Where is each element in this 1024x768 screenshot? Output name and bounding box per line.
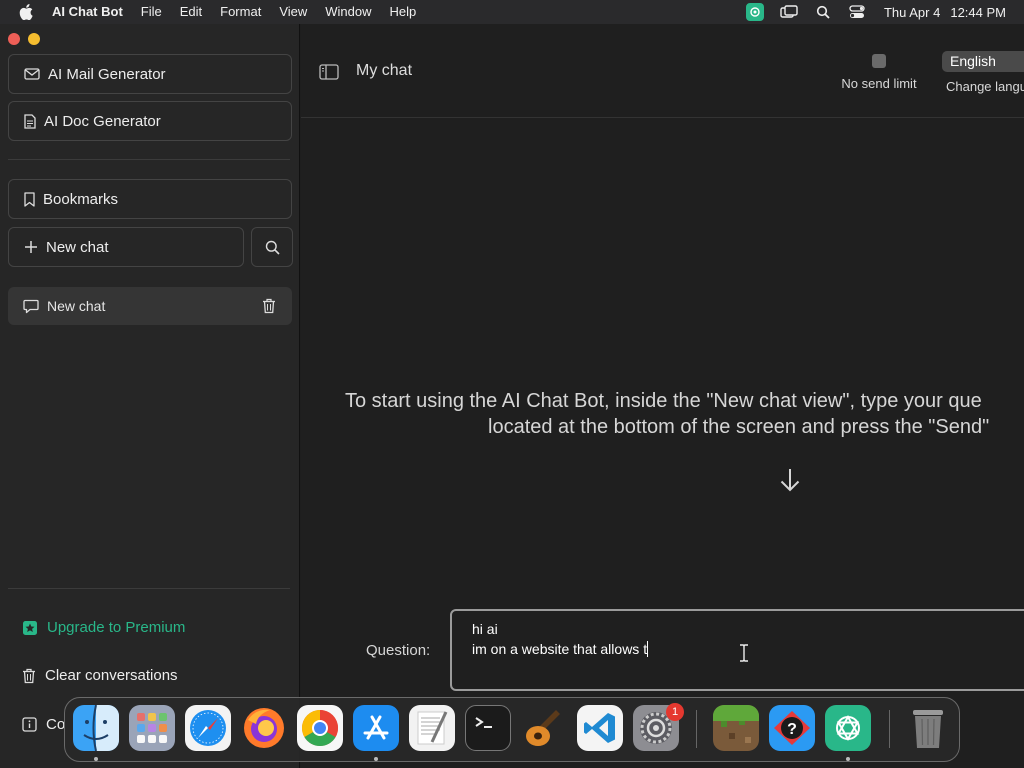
close-window-button[interactable] (8, 33, 20, 45)
dock-vscode-icon[interactable] (577, 705, 623, 751)
ai-doc-generator-button[interactable]: AI Doc Generator (8, 101, 292, 141)
ai-doc-generator-label: AI Doc Generator (44, 112, 161, 130)
new-chat-label: New chat (46, 238, 109, 256)
clock-time: 12:44 PM (950, 4, 1006, 20)
dock-help-icon[interactable]: ? (769, 705, 815, 751)
sidebar-footer-divider (8, 588, 290, 589)
chat-list-item-title: New chat (47, 298, 106, 314)
upgrade-premium-button[interactable]: Upgrade to Premium (22, 619, 185, 636)
instructions-line-2: located at the bottom of the screen and … (488, 416, 990, 438)
dock-garageband-icon[interactable] (521, 705, 567, 751)
ai-chat-bot-status-icon[interactable] (738, 0, 772, 24)
dock-finder-icon[interactable] (73, 705, 119, 751)
text-cursor-icon (739, 644, 749, 667)
menu-app-name[interactable]: AI Chat Bot (52, 0, 132, 24)
bookmarks-label: Bookmarks (43, 190, 119, 208)
arrow-down-icon (779, 467, 801, 498)
menu-bar: AI Chat Bot File Edit Format View Window… (0, 0, 1024, 24)
menu-format[interactable]: Format (211, 0, 270, 24)
menu-window[interactable]: Window (316, 0, 380, 24)
plus-icon (25, 241, 37, 253)
svg-text:?: ? (787, 721, 797, 738)
chat-list-item[interactable]: New chat (8, 287, 292, 325)
menu-help[interactable]: Help (381, 0, 426, 24)
sidebar-toggle-icon (319, 64, 339, 80)
instructions-line-1: To start using the AI Chat Bot, inside t… (345, 390, 982, 412)
envelope-icon (24, 68, 40, 80)
menu-view[interactable]: View (270, 0, 316, 24)
language-select[interactable]: English (942, 51, 1024, 72)
ai-mail-generator-label: AI Mail Generator (48, 65, 166, 83)
bookmarks-button[interactable]: Bookmarks (8, 179, 292, 219)
dock-chrome-icon[interactable] (297, 705, 343, 751)
dock-minecraft-icon[interactable] (713, 705, 759, 751)
question-input[interactable]: hi ai im on a website that allows t (450, 609, 1024, 691)
dock-running-indicator (374, 757, 378, 761)
dock: 1 ? (64, 697, 960, 762)
search-chats-button[interactable] (251, 227, 293, 267)
partial-sidebar-item[interactable]: Co (22, 716, 65, 733)
question-text-line-1: hi ai (472, 621, 498, 637)
change-language-label: Change langu (946, 79, 1024, 94)
dock-app-store-icon[interactable] (353, 705, 399, 751)
screen: AI Chat Bot File Edit Format View Window… (0, 0, 1024, 768)
delete-chat-button[interactable] (262, 298, 276, 314)
upgrade-premium-label: Upgrade to Premium (47, 619, 186, 636)
ai-mail-generator-button[interactable]: AI Mail Generator (8, 54, 292, 94)
document-icon (24, 113, 36, 129)
minimize-window-button[interactable] (28, 33, 40, 45)
bookmark-icon (24, 191, 35, 207)
screen-mirroring-icon[interactable] (772, 0, 806, 24)
menu-clock[interactable]: Thu Apr 4 12:44 PM (884, 5, 1006, 20)
dock-firefox-icon[interactable] (241, 705, 287, 751)
premium-star-icon (23, 620, 37, 635)
no-send-limit-toggle[interactable]: No send limit (839, 54, 919, 91)
dock-launchpad-icon[interactable] (129, 705, 175, 751)
dock-divider (889, 710, 890, 748)
clock-date: Thu Apr 4 (883, 4, 941, 20)
menu-file[interactable]: File (132, 0, 171, 24)
apple-menu-icon[interactable] (0, 4, 52, 20)
dock-textedit-icon[interactable] (409, 705, 455, 751)
trash-icon (263, 298, 275, 314)
control-center-icon[interactable] (840, 0, 874, 24)
trash-icon (23, 668, 35, 683)
sidebar-toggle-button[interactable] (319, 64, 339, 85)
no-send-limit-label: No send limit (841, 76, 917, 91)
main-panel: My chat No send limit English Change lan… (301, 24, 1024, 768)
partial-sidebar-item-label: Co (46, 716, 66, 733)
no-send-limit-checkbox[interactable] (872, 54, 886, 68)
chat-header: My chat No send limit English Change lan… (301, 24, 1024, 118)
new-chat-button[interactable]: New chat (8, 227, 244, 267)
sidebar: AI Mail Generator AI Doc Generator Bookm… (0, 24, 300, 768)
clear-conversations-button[interactable]: Clear conversations (22, 667, 178, 684)
page-title: My chat (356, 62, 413, 79)
empty-state-instructions: To start using the AI Chat Bot, inside t… (301, 390, 1024, 442)
question-label: Question: (366, 642, 431, 659)
menu-edit[interactable]: Edit (171, 0, 211, 24)
dock-divider (696, 710, 697, 748)
dock-trash-icon[interactable] (905, 705, 951, 751)
info-icon (22, 717, 37, 732)
spotlight-search-icon[interactable] (806, 0, 840, 24)
clear-conversations-label: Clear conversations (45, 667, 178, 684)
sidebar-divider (8, 159, 290, 160)
search-icon (265, 240, 280, 255)
dock-ai-chat-bot-icon[interactable] (825, 705, 871, 751)
dock-terminal-icon[interactable] (465, 705, 511, 751)
dock-running-indicator (94, 757, 98, 761)
dock-safari-icon[interactable] (185, 705, 231, 751)
dock-running-indicator (846, 757, 850, 761)
system-settings-badge: 1 (666, 703, 684, 721)
chat-bubble-icon (23, 299, 39, 313)
window-controls (8, 33, 40, 45)
